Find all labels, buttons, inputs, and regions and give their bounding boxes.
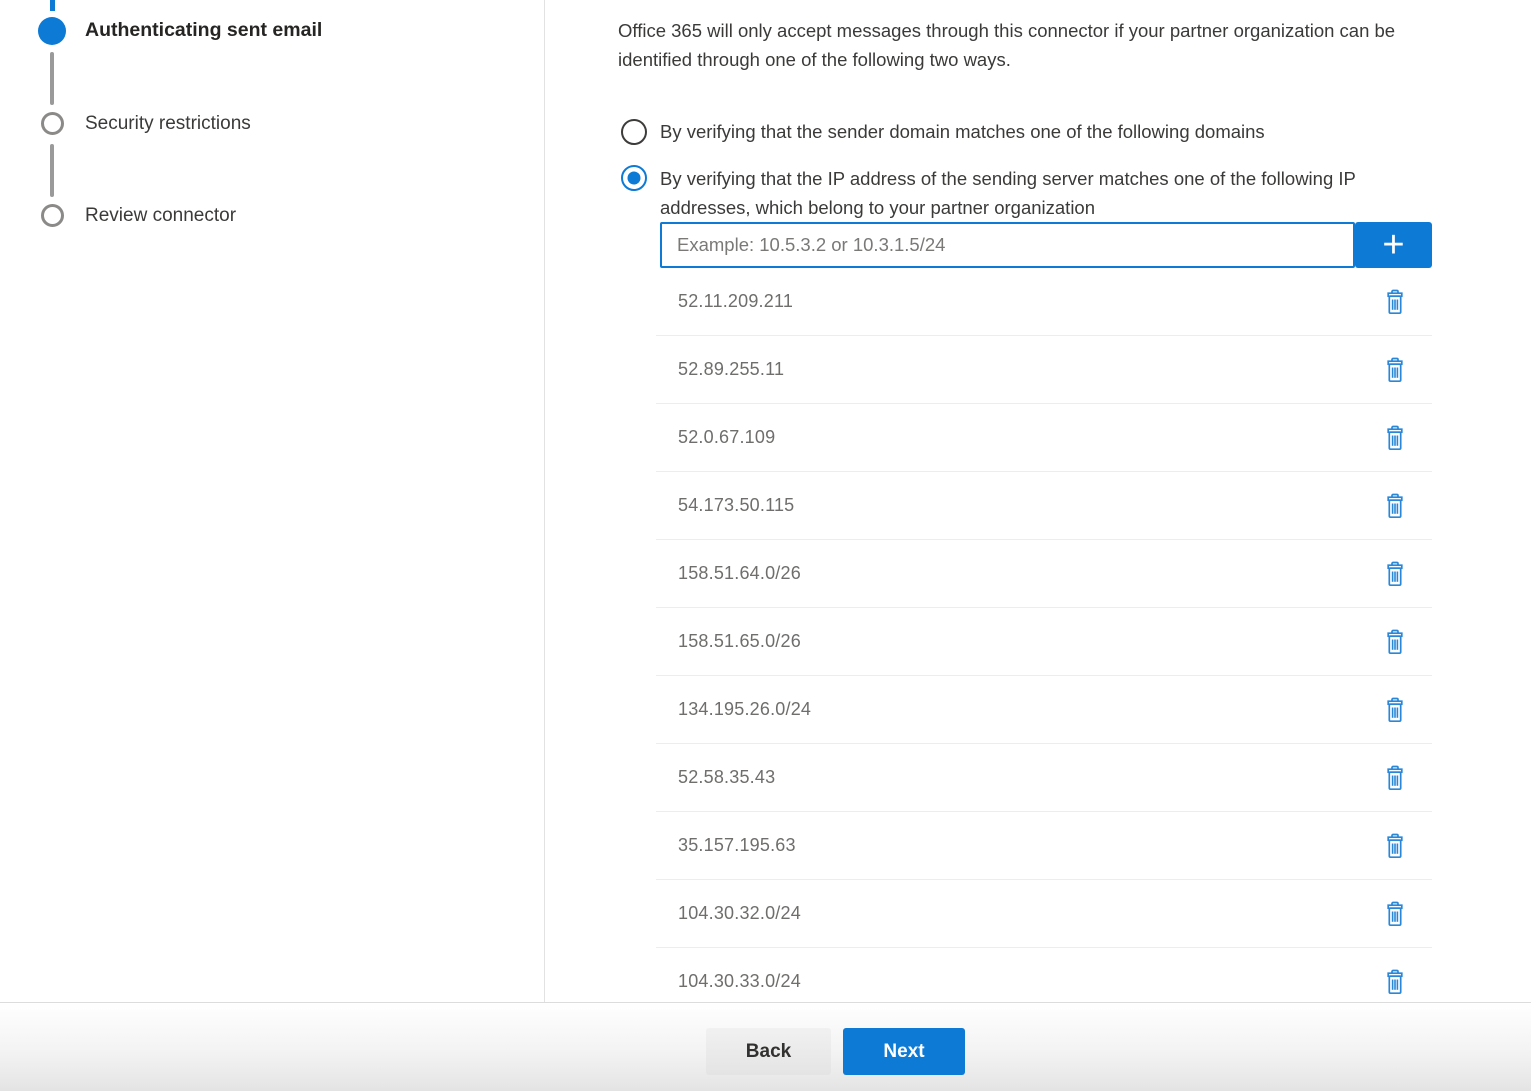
ip-list-row: 104.30.32.0/24 (656, 880, 1432, 948)
trash-icon (1384, 765, 1406, 791)
stepper-rail-completed (50, 0, 55, 11)
ip-address: 54.173.50.115 (678, 495, 794, 516)
delete-ip-button[interactable] (1380, 694, 1410, 726)
delete-ip-button[interactable] (1380, 966, 1410, 998)
ip-address: 52.58.35.43 (678, 767, 775, 788)
ip-address: 52.11.209.211 (678, 291, 793, 312)
intro-line-1: Office 365 will only accept messages thr… (618, 17, 1528, 46)
radio-unselected-icon[interactable] (621, 119, 647, 145)
delete-ip-button[interactable] (1380, 422, 1410, 454)
ip-address: 104.30.32.0/24 (678, 903, 801, 924)
option-ip-label-line-2: addresses, which belong to your partner … (660, 197, 1095, 218)
option-ip-label-line-1: By verifying that the IP address of the … (660, 168, 1356, 189)
ip-list-row: 158.51.65.0/26 (656, 608, 1432, 676)
ip-list-row: 52.0.67.109 (656, 404, 1432, 472)
ip-list-row: 54.173.50.115 (656, 472, 1432, 540)
delete-ip-button[interactable] (1380, 626, 1410, 658)
option-verify-ip-address-label[interactable]: By verifying that the IP address of the … (660, 164, 1356, 222)
next-button[interactable]: Next (843, 1028, 965, 1075)
trash-icon (1384, 493, 1406, 519)
trash-icon (1384, 561, 1406, 587)
ip-address: 158.51.65.0/26 (678, 631, 801, 652)
ip-address: 134.195.26.0/24 (678, 699, 811, 720)
ip-address: 52.89.255.11 (678, 359, 784, 380)
delete-ip-button[interactable] (1380, 558, 1410, 590)
trash-icon (1384, 969, 1406, 995)
ip-list-row: 52.89.255.11 (656, 336, 1432, 404)
intro-line-2: identified through one of the following … (618, 46, 1528, 75)
step-current-dot (38, 17, 66, 45)
delete-ip-button[interactable] (1380, 354, 1410, 386)
delete-ip-button[interactable] (1380, 286, 1410, 318)
trash-icon (1384, 833, 1406, 859)
ip-address: 104.30.33.0/24 (678, 971, 801, 992)
delete-ip-button[interactable] (1380, 898, 1410, 930)
delete-ip-button[interactable] (1380, 762, 1410, 794)
ip-list-row: 35.157.195.63 (656, 812, 1432, 880)
step-review-connector[interactable]: Review connector (85, 205, 236, 227)
trash-icon (1384, 901, 1406, 927)
option-verify-ip-address[interactable]: By verifying that the IP address of the … (621, 164, 1356, 222)
stepper-rail-segment (50, 144, 54, 197)
ip-address: 35.157.195.63 (678, 835, 796, 856)
intro-text: Office 365 will only accept messages thr… (618, 17, 1528, 74)
trash-icon (1384, 697, 1406, 723)
step-upcoming-dot (41, 204, 64, 227)
delete-ip-button[interactable] (1380, 490, 1410, 522)
step-authenticating-sent-email[interactable]: Authenticating sent email (85, 19, 322, 42)
ip-list-row: 52.11.209.211 (656, 268, 1432, 336)
ip-list: 52.11.209.211 52.89.255.11 (656, 268, 1432, 1016)
delete-ip-button[interactable] (1380, 830, 1410, 862)
step-security-restrictions[interactable]: Security restrictions (85, 113, 251, 135)
option-verify-sender-domain[interactable]: By verifying that the sender domain matc… (621, 117, 1265, 146)
add-ip-button[interactable]: + (1355, 222, 1432, 268)
wizard-stepper: Authenticating sent email Security restr… (0, 0, 545, 1002)
plus-icon: + (1382, 224, 1404, 266)
trash-icon (1384, 629, 1406, 655)
stepper-rail-segment (50, 52, 54, 105)
back-button[interactable]: Back (706, 1028, 831, 1075)
ip-address-input[interactable] (660, 222, 1355, 268)
step-upcoming-dot (41, 112, 64, 135)
wizard-footer: Back Next (0, 1002, 1531, 1091)
radio-selected-icon[interactable] (621, 165, 647, 191)
trash-icon (1384, 425, 1406, 451)
ip-address: 158.51.64.0/26 (678, 563, 801, 584)
trash-icon (1384, 357, 1406, 383)
ip-list-row: 158.51.64.0/26 (656, 540, 1432, 608)
ip-address: 52.0.67.109 (678, 427, 775, 448)
ip-list-row: 52.58.35.43 (656, 744, 1432, 812)
option-verify-sender-domain-label[interactable]: By verifying that the sender domain matc… (660, 117, 1265, 146)
ip-list-row: 134.195.26.0/24 (656, 676, 1432, 744)
trash-icon (1384, 289, 1406, 315)
